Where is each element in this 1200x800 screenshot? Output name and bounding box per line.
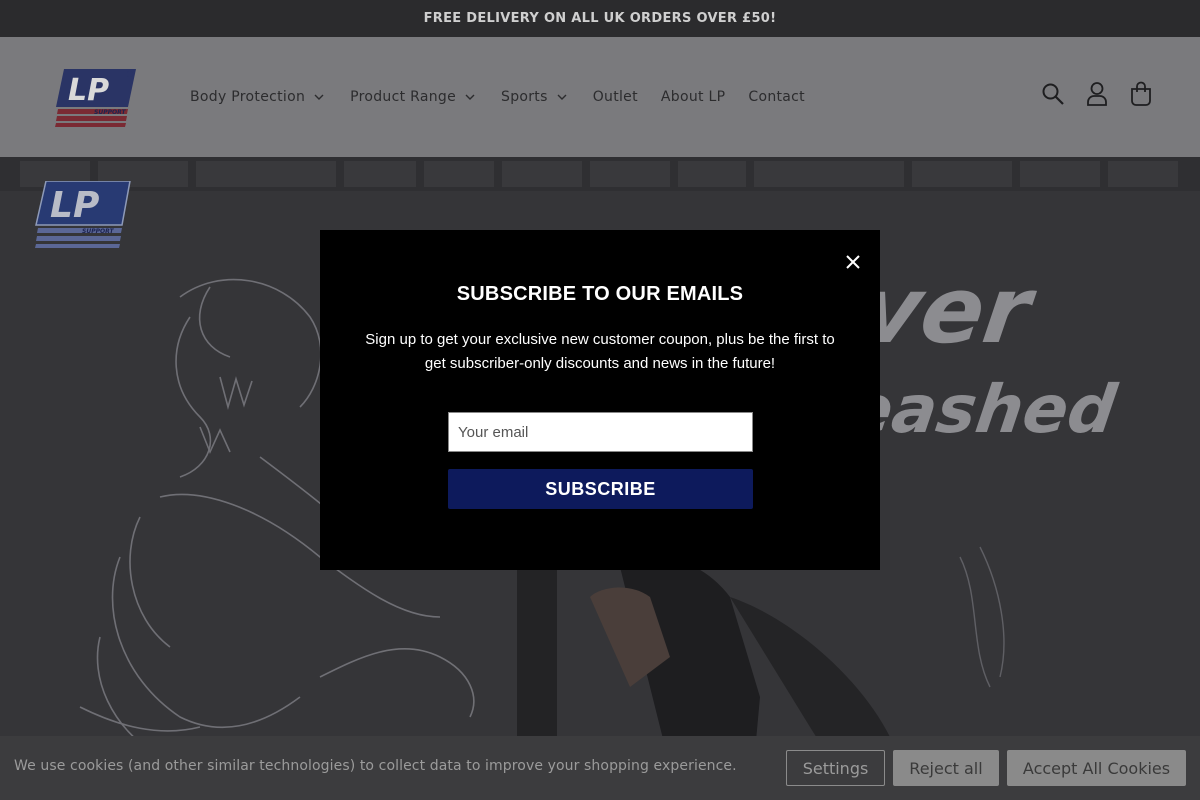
reject-all-button[interactable]: Reject all — [893, 750, 999, 786]
modal-description: Sign up to get your exclusive new custom… — [365, 331, 835, 372]
cookie-text: We use cookies (and other similar techno… — [14, 758, 737, 774]
close-button[interactable] — [843, 252, 863, 272]
hero-headline-line1: ver — [870, 256, 1042, 363]
accept-all-cookies-button[interactable]: Accept All Cookies — [1007, 750, 1186, 786]
hero-lp-logo: LP SUPPORT — [35, 181, 131, 248]
search-icon — [1042, 83, 1064, 105]
nav-label: About LP — [660, 89, 726, 105]
nav-item-product-range[interactable]: Product Range — [350, 89, 475, 105]
site-header: LP SUPPORT Body Protection Product Range… — [0, 37, 1200, 157]
cart-icon — [1131, 81, 1151, 106]
chevron-down-icon — [314, 94, 324, 100]
nav-item-about-lp[interactable]: About LP — [661, 89, 725, 105]
logo-text: LP — [68, 73, 109, 108]
announcement-text: FREE DELIVERY ON ALL UK ORDERS OVER £50! — [423, 11, 777, 26]
subscribe-modal: SUBSCRIBE TO OUR EMAILS Sign up to get y… — [320, 230, 880, 570]
chevron-down-icon — [465, 94, 475, 100]
cookie-settings-button[interactable]: Settings — [786, 750, 885, 786]
brick-wall-graphic — [0, 157, 1200, 191]
cookie-banner: We use cookies (and other similar techno… — [0, 736, 1200, 800]
email-input[interactable] — [448, 412, 753, 452]
hero-headline-graphic: ver eashed — [870, 256, 1122, 448]
hero-logo-text: LP — [50, 185, 99, 226]
nav-label: Outlet — [592, 89, 638, 105]
hero-logo-subtext: SUPPORT — [82, 228, 114, 235]
cart-button[interactable] — [1128, 81, 1154, 107]
search-button[interactable] — [1040, 81, 1066, 107]
chevron-down-icon — [557, 94, 567, 100]
nav-item-body-protection[interactable]: Body Protection — [190, 89, 324, 105]
subscribe-button[interactable]: SUBSCRIBE — [448, 469, 753, 509]
hero-headline-line2: eashed — [870, 370, 1122, 448]
nav-item-sports[interactable]: Sports — [501, 89, 567, 105]
lp-logo[interactable]: LP SUPPORT — [54, 69, 138, 127]
main-nav: Body Protection Product Range Sports Out… — [190, 37, 805, 157]
account-button[interactable] — [1084, 81, 1110, 107]
account-icon — [1087, 82, 1107, 106]
announcement-bar: FREE DELIVERY ON ALL UK ORDERS OVER £50! — [0, 0, 1200, 37]
nav-label: Sports — [501, 89, 548, 105]
nav-label: Contact — [748, 89, 805, 105]
modal-title: SUBSCRIBE TO OUR EMAILS — [456, 283, 744, 305]
close-icon — [846, 255, 860, 269]
nav-label: Body Protection — [190, 89, 306, 105]
nav-item-contact[interactable]: Contact — [748, 89, 805, 105]
nav-item-outlet[interactable]: Outlet — [593, 89, 638, 105]
nav-label: Product Range — [350, 89, 457, 105]
header-icons — [1022, 81, 1154, 107]
logo-subtext: SUPPORT — [94, 109, 126, 116]
